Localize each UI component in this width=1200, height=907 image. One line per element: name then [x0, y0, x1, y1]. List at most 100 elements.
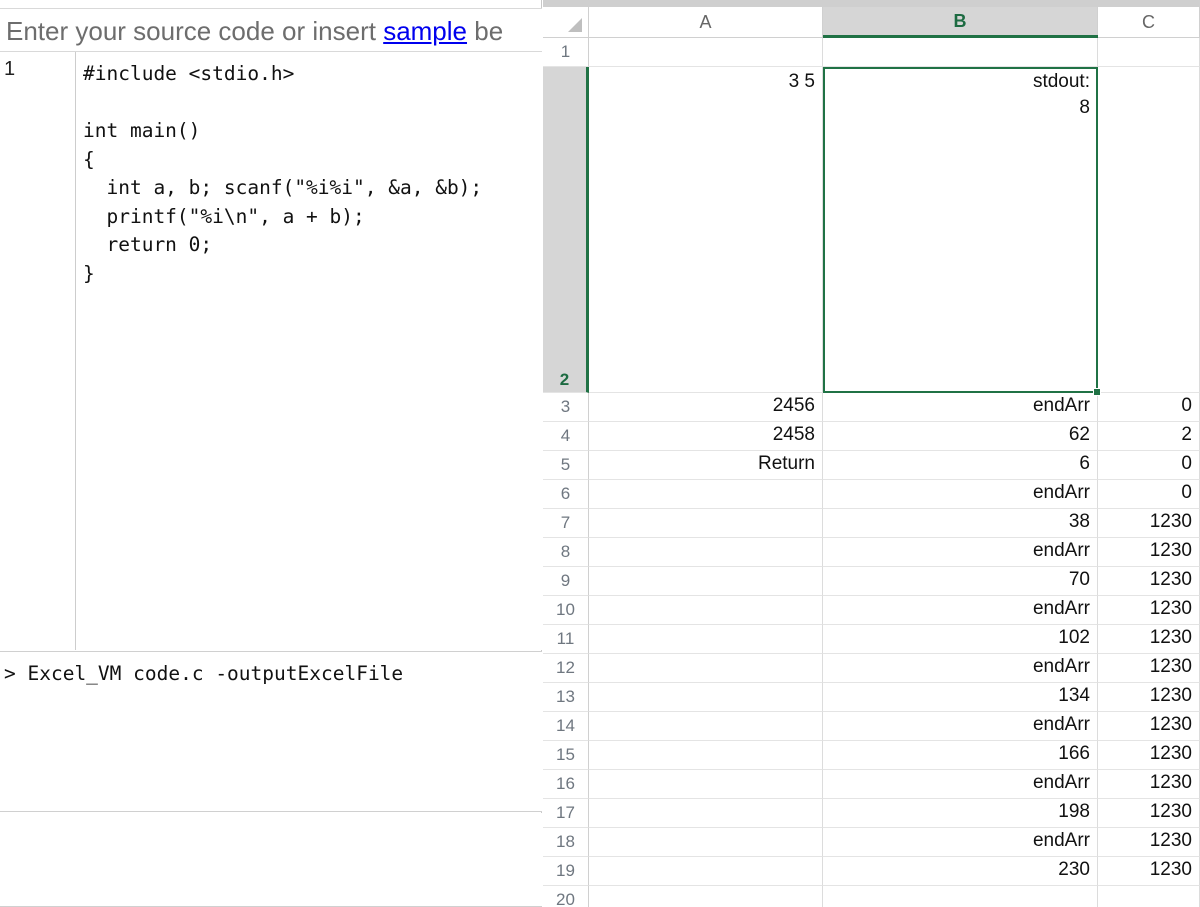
cell-A12[interactable]	[589, 654, 823, 683]
cell-B19[interactable]: 230	[823, 857, 1098, 886]
row-header-13[interactable]: 13	[543, 683, 589, 712]
cell-B17[interactable]: 198	[823, 799, 1098, 828]
cell-B4[interactable]: 62	[823, 422, 1098, 451]
row-header-14[interactable]: 14	[543, 712, 589, 741]
cell-A13[interactable]	[589, 683, 823, 712]
row-header-3[interactable]: 3	[543, 393, 589, 422]
cell-A15[interactable]	[589, 741, 823, 770]
row-header-9[interactable]: 9	[543, 567, 589, 596]
cell-A5[interactable]: Return	[589, 451, 823, 480]
cell-A1[interactable]	[589, 38, 823, 67]
cell-C7[interactable]: 1230	[1098, 509, 1200, 538]
cell-A11[interactable]	[589, 625, 823, 654]
spreadsheet-top-strip	[543, 0, 1200, 7]
row-header-6[interactable]: 6	[543, 480, 589, 509]
cell-C3[interactable]: 0	[1098, 393, 1200, 422]
prompt-text-after: be	[467, 16, 504, 46]
cell-B15[interactable]: 166	[823, 741, 1098, 770]
row-header-17[interactable]: 17	[543, 799, 589, 828]
cell-A14[interactable]	[589, 712, 823, 741]
column-header-row: A B C	[543, 7, 1200, 38]
cell-C19[interactable]: 1230	[1098, 857, 1200, 886]
cell-B1[interactable]	[823, 38, 1098, 67]
cell-C9[interactable]: 1230	[1098, 567, 1200, 596]
row-header-11[interactable]: 11	[543, 625, 589, 654]
cell-C4[interactable]: 2	[1098, 422, 1200, 451]
cell-A2[interactable]: 3 5	[589, 67, 823, 393]
cell-C15[interactable]: 1230	[1098, 741, 1200, 770]
source-code-area[interactable]: #include <stdio.h> int main() { int a, b…	[77, 52, 542, 650]
cell-C11[interactable]: 1230	[1098, 625, 1200, 654]
row-header-10[interactable]: 10	[543, 596, 589, 625]
cell-C2[interactable]	[1098, 67, 1200, 393]
cell-B5[interactable]: 6	[823, 451, 1098, 480]
cell-B2[interactable]: stdout: 8	[823, 67, 1098, 393]
fill-handle[interactable]	[1093, 388, 1101, 396]
app-root: Enter your source code or insert sample …	[0, 0, 1200, 907]
cell-B7[interactable]: 38	[823, 509, 1098, 538]
ide-toolbar: C ✗ stdin	[0, 813, 542, 907]
cell-B20[interactable]	[823, 886, 1098, 907]
cell-C8[interactable]: 1230	[1098, 538, 1200, 567]
column-header-a[interactable]: A	[589, 7, 823, 38]
cell-B8[interactable]: endArr	[823, 538, 1098, 567]
cell-A3[interactable]: 2456	[589, 393, 823, 422]
cell-A20[interactable]	[589, 886, 823, 907]
cell-A6[interactable]	[589, 480, 823, 509]
row-header-20[interactable]: 20	[543, 886, 589, 907]
cell-C20[interactable]	[1098, 886, 1200, 907]
row-header-12[interactable]: 12	[543, 654, 589, 683]
cell-C6[interactable]: 0	[1098, 480, 1200, 509]
cell-A7[interactable]	[589, 509, 823, 538]
cell-B10[interactable]: endArr	[823, 596, 1098, 625]
cell-C5[interactable]: 0	[1098, 451, 1200, 480]
row-header-15[interactable]: 15	[543, 741, 589, 770]
cell-B12[interactable]: endArr	[823, 654, 1098, 683]
code-editor[interactable]: 1 #include <stdio.h> int main() { int a,…	[0, 52, 542, 650]
row-header-2[interactable]: 2	[543, 67, 589, 393]
cell-B13[interactable]: 134	[823, 683, 1098, 712]
cell-B9[interactable]: 70	[823, 567, 1098, 596]
cell-B11[interactable]: 102	[823, 625, 1098, 654]
column-header-b[interactable]: B	[823, 7, 1098, 38]
row-header-5[interactable]: 5	[543, 451, 589, 480]
cell-C12[interactable]: 1230	[1098, 654, 1200, 683]
cell-A9[interactable]	[589, 567, 823, 596]
cell-B18[interactable]: endArr	[823, 828, 1098, 857]
cell-A8[interactable]	[589, 538, 823, 567]
cell-A16[interactable]	[589, 770, 823, 799]
select-all-corner[interactable]	[543, 7, 589, 38]
row-header-4[interactable]: 4	[543, 422, 589, 451]
cell-A19[interactable]	[589, 857, 823, 886]
spreadsheet-pane: A B C 123 5 stdout: 8 3 2456 endArr 0 4 2458 62 2…	[543, 0, 1200, 907]
cell-A4[interactable]: 2458	[589, 422, 823, 451]
prompt-text-before: Enter your source code or insert	[6, 16, 384, 46]
insert-sample-link[interactable]: sample	[383, 16, 467, 46]
cell-C1[interactable]	[1098, 38, 1200, 67]
cell-C14[interactable]: 1230	[1098, 712, 1200, 741]
cell-A10[interactable]	[589, 596, 823, 625]
row-header-7[interactable]: 7	[543, 509, 589, 538]
row-header-19[interactable]: 19	[543, 857, 589, 886]
ide-pane: Enter your source code or insert sample …	[0, 0, 542, 907]
cell-C13[interactable]: 1230	[1098, 683, 1200, 712]
cell-B16[interactable]: endArr	[823, 770, 1098, 799]
editor-gutter: 1	[0, 52, 76, 650]
line-number: 1	[4, 58, 16, 80]
prompt-bar: Enter your source code or insert sample …	[0, 8, 542, 52]
cell-C18[interactable]: 1230	[1098, 828, 1200, 857]
row-header-8[interactable]: 8	[543, 538, 589, 567]
cell-A17[interactable]	[589, 799, 823, 828]
cell-B3[interactable]: endArr	[823, 393, 1098, 422]
row-header-18[interactable]: 18	[543, 828, 589, 857]
row-header-1[interactable]: 1	[543, 38, 589, 67]
cell-C17[interactable]: 1230	[1098, 799, 1200, 828]
cell-C16[interactable]: 1230	[1098, 770, 1200, 799]
cell-B14[interactable]: endArr	[823, 712, 1098, 741]
cell-B6[interactable]: endArr	[823, 480, 1098, 509]
cell-A18[interactable]	[589, 828, 823, 857]
output-console[interactable]: > Excel_VM code.c -outputExcelFile	[0, 651, 542, 812]
row-header-16[interactable]: 16	[543, 770, 589, 799]
cell-C10[interactable]: 1230	[1098, 596, 1200, 625]
column-header-c[interactable]: C	[1098, 7, 1200, 38]
